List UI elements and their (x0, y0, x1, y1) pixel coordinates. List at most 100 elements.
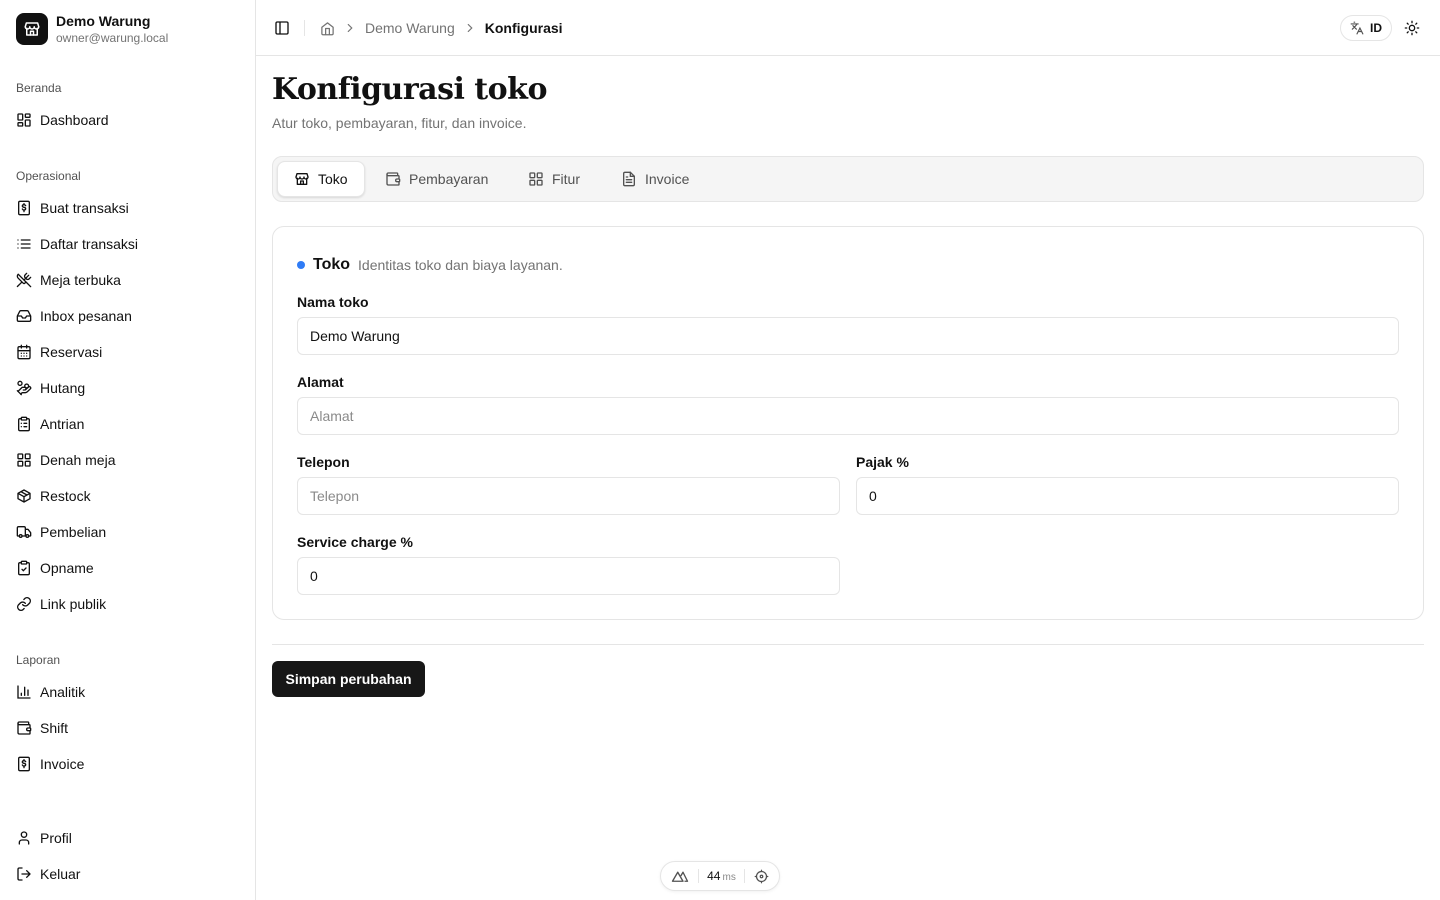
sidebar-item-label: Opname (40, 560, 94, 576)
sidebar-item-label: Shift (40, 720, 69, 736)
sun-icon (1404, 20, 1420, 36)
tab-invoice[interactable]: Invoice (605, 161, 705, 197)
page-title: Konfigurasi toko (272, 72, 547, 107)
header-divider (304, 20, 305, 36)
tab-pembayaran[interactable]: Pembayaran (369, 161, 504, 197)
clipboard-list-icon (18, 416, 30, 432)
translate-icon (1350, 21, 1364, 35)
wallet-icon (17, 721, 32, 735)
sidebar-item-profil[interactable]: Profil (8, 822, 247, 854)
pajak-input[interactable] (856, 477, 1399, 515)
sidebar-item-label: Buat transaksi (40, 200, 129, 216)
calendar-icon (17, 344, 31, 360)
nama-toko-input[interactable] (297, 317, 1399, 355)
sidebar-item-buat-transaksi[interactable]: Buat transaksi (8, 192, 247, 224)
language-button[interactable]: ID (1340, 15, 1392, 41)
store-name: Demo Warung (56, 13, 151, 29)
field-label-pajak: Pajak % (856, 454, 909, 470)
page-subtitle: Atur toko, pembayaran, fitur, dan invoic… (272, 115, 527, 131)
sidebar-item-label: Daftar transaksi (40, 236, 139, 252)
tab-fitur[interactable]: Fitur (512, 161, 596, 197)
truck-icon (16, 526, 32, 538)
store-settings-card: Toko Identitas toko dan biaya layanan. N… (272, 226, 1424, 620)
tab-toko[interactable]: Toko (277, 161, 365, 197)
card-header: Toko Identitas toko dan biaya layanan. (297, 255, 563, 275)
store-switcher[interactable]: Demo Warung owner@warung.local (16, 12, 168, 46)
tab-label: Fitur (552, 171, 580, 187)
clipboard-check-icon (18, 560, 30, 576)
utensils-crossed-icon (16, 272, 32, 288)
grid-icon (17, 453, 31, 467)
receipt-icon (18, 200, 30, 216)
tab-label: Invoice (645, 171, 690, 187)
sidebar-item-label: Inbox pesanan (40, 308, 132, 324)
sidebar-nav[interactable]: Beranda Dashboard Operasional Buat trans… (0, 64, 255, 816)
sidebar-item-link-publik[interactable]: Link publik (8, 588, 247, 620)
sidebar-item-label: Restock (40, 488, 91, 504)
sidebar-toggle-button[interactable] (272, 18, 292, 38)
package-icon (17, 489, 31, 503)
inbox-icon (16, 310, 32, 322)
card-title: Toko (313, 256, 351, 273)
invoice-icon (18, 756, 30, 772)
sidebar-item-label: Meja terbuka (40, 272, 121, 288)
sidebar-item-analitik[interactable]: Analitik (8, 676, 247, 708)
devtools-timing: 44 ms (707, 869, 736, 883)
sidebar-item-hutang[interactable]: Hutang (8, 372, 247, 404)
sidebar-item-meja-terbuka[interactable]: Meja terbuka (8, 264, 247, 296)
section-dot (297, 261, 305, 269)
nav-group-label: Operasional (16, 169, 81, 183)
field-label-nama-toko: Nama toko (297, 294, 369, 310)
list-icon (17, 239, 31, 249)
wallet-icon (386, 172, 401, 186)
sidebar-item-label: Reservasi (40, 344, 103, 360)
devtools-divider (697, 869, 699, 883)
sidebar-item-invoice[interactable]: Invoice (8, 748, 247, 780)
alamat-input[interactable] (297, 397, 1399, 435)
top-header: Demo Warung Konfigurasi ID (256, 0, 1440, 56)
nav-group-label: Laporan (16, 653, 61, 667)
sidebar: Demo Warung owner@warung.local Beranda D… (0, 0, 256, 900)
sidebar-item-restock[interactable]: Restock (8, 480, 247, 512)
devtools-divider (744, 869, 746, 883)
sidebar-item-reservasi[interactable]: Reservasi (8, 336, 247, 368)
crosshair-icon[interactable] (754, 869, 769, 884)
bar-chart-icon (17, 685, 31, 699)
sidebar-item-label: Dashboard (40, 112, 109, 128)
nuxt-logo-icon[interactable] (671, 869, 689, 883)
tab-label: Pembayaran (409, 171, 489, 187)
card-description: Identitas toko dan biaya layanan. (358, 257, 563, 273)
sidebar-item-label: Profil (40, 830, 72, 846)
handcoins-icon (16, 380, 32, 396)
sidebar-item-shift[interactable]: Shift (8, 712, 247, 744)
sidebar-item-antrian[interactable]: Antrian (8, 408, 247, 440)
render-time-unit: ms (722, 872, 736, 883)
chevron-right-icon (347, 23, 353, 33)
field-label-telepon: Telepon (297, 454, 350, 470)
save-button[interactable]: Simpan perubahan (272, 661, 425, 697)
sidebar-item-label: Pembelian (40, 524, 107, 540)
panel-left-icon (275, 21, 289, 35)
sidebar-item-inbox-pesanan[interactable]: Inbox pesanan (8, 300, 247, 332)
sidebar-item-daftar-transaksi[interactable]: Daftar transaksi (8, 228, 247, 260)
devtools-toolbar: 44 ms (660, 861, 780, 891)
field-label-service-charge: Service charge % (297, 534, 413, 550)
form-divider (272, 644, 1424, 645)
link-icon (17, 597, 31, 611)
sidebar-item-pembelian[interactable]: Pembelian (8, 516, 247, 548)
nav-group-label: Beranda (16, 81, 62, 95)
telepon-input[interactable] (297, 477, 840, 515)
user-email: owner@warung.local (56, 31, 169, 45)
render-time-value: 44 (707, 869, 721, 883)
sidebar-item-dashboard[interactable]: Dashboard (8, 104, 247, 136)
tab-label: Toko (318, 171, 348, 187)
sidebar-item-opname[interactable]: Opname (8, 552, 247, 584)
home-icon[interactable] (320, 21, 335, 36)
sidebar-item-label: Denah meja (40, 452, 116, 468)
sidebar-item-keluar[interactable]: Keluar (8, 858, 247, 890)
theme-toggle-button[interactable] (1402, 18, 1422, 38)
sidebar-item-denah-meja[interactable]: Denah meja (8, 444, 247, 476)
logout-icon (17, 867, 31, 881)
service-charge-input[interactable] (297, 557, 840, 595)
breadcrumb-parent[interactable]: Demo Warung (365, 20, 455, 36)
